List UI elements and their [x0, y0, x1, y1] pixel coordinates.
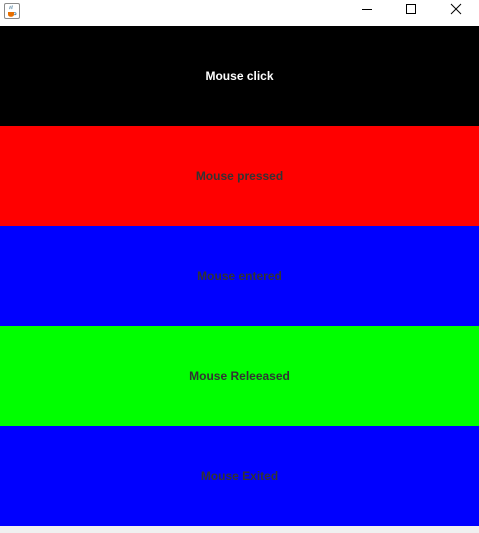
title-bar[interactable] [0, 0, 479, 26]
panel-label: Mouse click [205, 69, 274, 83]
minimize-icon [361, 2, 373, 20]
mouse-exited-panel[interactable]: Mouse Exited [0, 426, 479, 526]
app-window: Mouse click Mouse pressed Mouse entered … [0, 0, 479, 533]
close-button[interactable] [433, 0, 479, 22]
panel-label: Mouse Exited [200, 469, 279, 483]
maximize-icon [405, 2, 417, 20]
mouse-released-panel[interactable]: Mouse Releeased [0, 326, 479, 426]
mouse-pressed-panel[interactable]: Mouse pressed [0, 126, 479, 226]
panel-label: Mouse entered [197, 269, 282, 283]
minimize-button[interactable] [344, 0, 390, 22]
maximize-button[interactable] [388, 0, 434, 22]
close-icon [450, 2, 462, 20]
panel-label: Mouse Releeased [189, 369, 290, 383]
window-bottom-edge [0, 526, 479, 533]
mouse-entered-panel[interactable]: Mouse entered [0, 226, 479, 326]
panel-label: Mouse pressed [195, 169, 284, 183]
mouse-click-panel[interactable]: Mouse click [0, 26, 479, 126]
java-cup-icon [3, 2, 21, 20]
panels-container: Mouse click Mouse pressed Mouse entered … [0, 26, 479, 526]
